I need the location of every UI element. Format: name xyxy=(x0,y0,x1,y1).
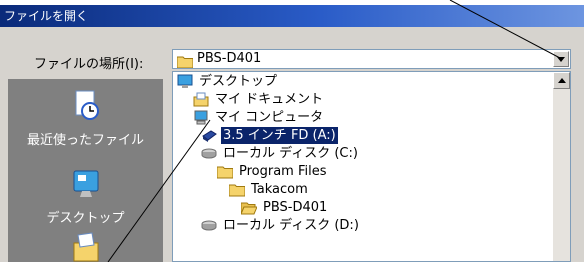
callout-line-floppy xyxy=(107,119,211,262)
callout-lines xyxy=(107,0,561,262)
callout-line-dropdown xyxy=(449,0,561,59)
